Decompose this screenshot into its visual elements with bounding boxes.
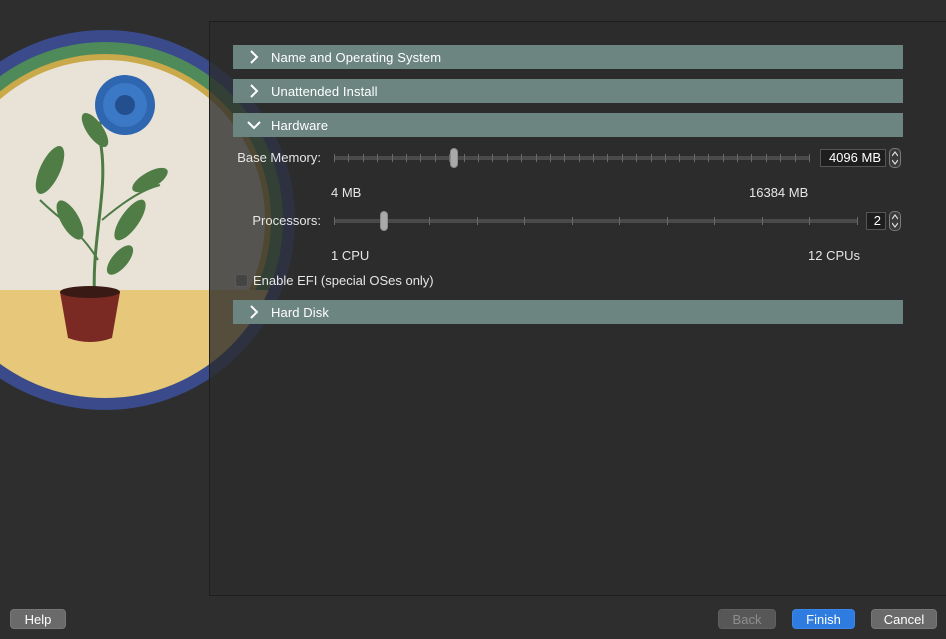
slider-tick: [722, 154, 724, 162]
slider-tick: [666, 217, 668, 225]
section-label: Hardware: [271, 117, 329, 133]
processors-ticks: [334, 217, 858, 225]
slider-tick: [524, 217, 526, 225]
processors-stepper[interactable]: [889, 211, 901, 231]
base-memory-slider-thumb[interactable]: [450, 148, 458, 168]
slider-tick: [571, 217, 573, 225]
slider-tick: [420, 154, 422, 162]
section-hardware[interactable]: Hardware: [233, 113, 903, 137]
section-label: Name and Operating System: [271, 49, 442, 65]
processors-label: Processors:: [252, 213, 321, 228]
base-memory-ticks: [334, 154, 810, 162]
section-label: Unattended Install: [271, 83, 378, 99]
efi-label[interactable]: Enable EFI (special OSes only): [253, 273, 434, 288]
slider-tick: [607, 154, 609, 162]
slider-tick: [492, 154, 494, 162]
slider-tick: [391, 154, 393, 162]
slider-tick: [665, 154, 667, 162]
slider-tick: [751, 154, 753, 162]
section-name-os[interactable]: Name and Operating System: [233, 45, 903, 69]
cancel-button[interactable]: Cancel: [871, 609, 937, 629]
slider-tick: [477, 154, 479, 162]
processors-max-label: 12 CPUs: [808, 248, 861, 263]
slider-tick: [521, 154, 523, 162]
stepper-down-icon[interactable]: [892, 222, 898, 228]
slider-tick: [405, 154, 407, 162]
slider-tick: [714, 217, 716, 225]
base-memory-max-label: 16384 MB: [749, 185, 809, 200]
slider-tick: [809, 154, 810, 162]
section-label: Hard Disk: [271, 304, 329, 320]
processors-input[interactable]: 2: [866, 212, 886, 230]
slider-tick: [857, 217, 858, 225]
slider-tick: [780, 154, 782, 162]
slider-tick: [636, 154, 638, 162]
slider-tick: [693, 154, 695, 162]
slider-tick: [708, 154, 710, 162]
section-unattended-install[interactable]: Unattended Install: [233, 79, 903, 103]
finish-button[interactable]: Finish: [792, 609, 855, 629]
chevron-down-icon: [247, 118, 261, 132]
chevron-right-icon: [247, 50, 261, 64]
stepper-down-icon[interactable]: [892, 159, 898, 165]
slider-tick: [593, 154, 595, 162]
slider-tick: [434, 154, 436, 162]
help-button[interactable]: Help: [10, 609, 66, 629]
slider-tick: [679, 154, 681, 162]
processors-slider-thumb[interactable]: [380, 211, 388, 231]
slider-tick: [621, 154, 623, 162]
slider-tick: [429, 217, 431, 225]
back-button[interactable]: Back: [718, 609, 776, 629]
slider-tick: [334, 217, 335, 225]
slider-tick: [650, 154, 652, 162]
stepper-up-icon[interactable]: [892, 214, 898, 220]
efi-checkbox[interactable]: [235, 274, 248, 287]
slider-tick: [348, 154, 350, 162]
slider-tick: [761, 217, 763, 225]
slider-tick: [377, 154, 379, 162]
slider-tick: [476, 217, 478, 225]
slider-tick: [334, 154, 335, 162]
base-memory-label: Base Memory:: [237, 150, 321, 165]
slider-tick: [362, 154, 364, 162]
base-memory-input[interactable]: 4096 MB: [820, 149, 886, 167]
slider-tick: [619, 217, 621, 225]
stepper-up-icon[interactable]: [892, 151, 898, 157]
slider-tick: [794, 154, 796, 162]
slider-tick: [463, 154, 465, 162]
processors-min-label: 1 CPU: [331, 248, 370, 263]
slider-tick: [549, 154, 551, 162]
chevron-right-icon: [247, 305, 261, 319]
slider-tick: [535, 154, 537, 162]
slider-tick: [737, 154, 739, 162]
base-memory-stepper[interactable]: [889, 148, 901, 168]
slider-tick: [506, 154, 508, 162]
base-memory-min-label: 4 MB: [331, 185, 362, 200]
slider-tick: [578, 154, 580, 162]
slider-tick: [765, 154, 767, 162]
slider-tick: [564, 154, 566, 162]
slider-tick: [809, 217, 811, 225]
chevron-right-icon: [247, 84, 261, 98]
section-hard-disk[interactable]: Hard Disk: [233, 300, 903, 324]
